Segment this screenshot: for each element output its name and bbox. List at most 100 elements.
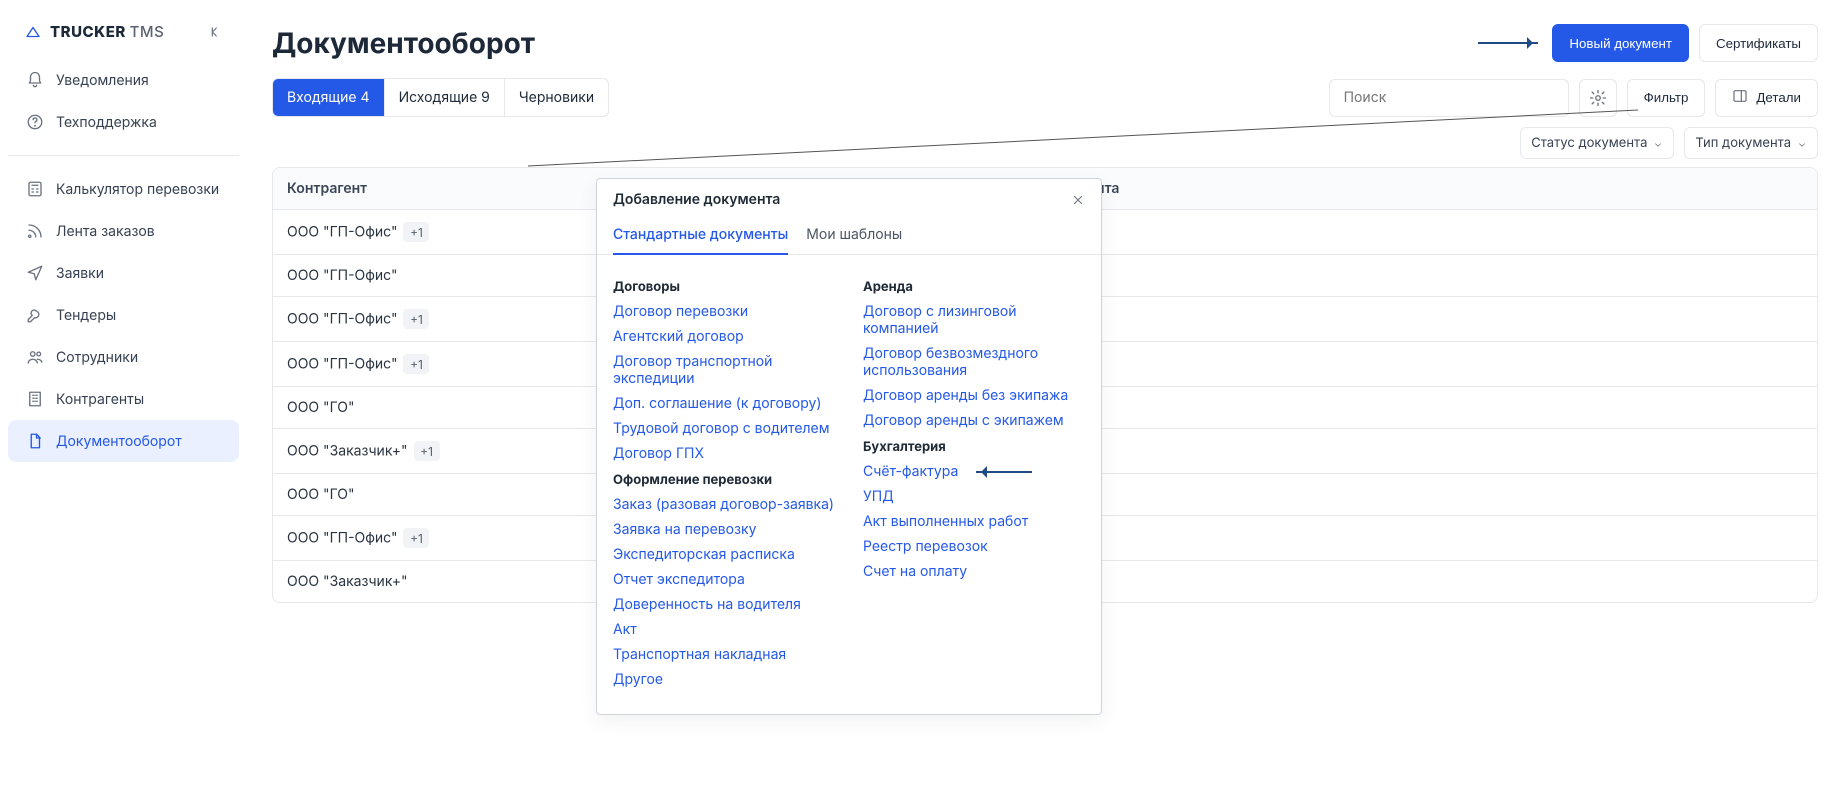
doc-type-link[interactable]: Трудовой договор с водителем [613,420,835,437]
doc-type-link[interactable]: Счёт-фактура [863,463,1085,480]
doc-type-link[interactable]: Договор ГПХ [613,445,835,462]
sidebar-item-label: Калькулятор перевозки [56,181,219,198]
building-icon [26,390,44,408]
add-document-modal: Добавление документа Стандартные докумен… [596,178,1102,715]
extra-count-badge: +1 [403,354,429,374]
filter-button[interactable]: Фильтр [1627,79,1706,117]
modal-title: Добавление документа [613,191,780,208]
collapse-sidebar-icon[interactable] [207,24,223,40]
doc-type-link[interactable]: Акт [613,621,835,638]
bell-icon [26,71,44,89]
chevron-down-icon [1653,138,1663,148]
doc-type-link[interactable]: Реестр перевозок [863,538,1085,555]
cell-counterparty: ООО "ГО" [273,387,593,429]
right-tools: Фильтр Детали [1329,79,1818,117]
doc-type-link[interactable]: Транспортная накладная [613,646,835,663]
tab-2[interactable]: Черновики [505,79,608,116]
column-header[interactable]: Автор документа [983,168,1817,210]
extra-count-badge: +1 [403,528,429,548]
filter-row: Статус документа Тип документа [272,127,1818,159]
modal-tabs: Стандартные документы Мои шаблоны [597,216,1101,255]
sidebar-item-label: Контрагенты [56,391,144,408]
doc-type-link[interactable]: Экспедиторская расписка [613,546,835,563]
cell-author: ЭДО Проверка [983,210,1817,255]
sidebar: TRUCKER TMS Уведомления Техподдержка Кал… [0,0,248,802]
extra-count-badge: +1 [403,222,429,242]
cell-author: ЭДО Проверка [983,516,1817,561]
cell-counterparty: ООО "Заказчик+"+1 [273,429,593,474]
certificates-button[interactable]: Сертификаты [1699,24,1818,62]
details-button[interactable]: Детали [1715,79,1818,117]
logo-mark-icon [24,23,42,41]
doc-type-link[interactable]: УПД [863,488,1085,505]
panel-icon [1732,88,1748,107]
search-input-wrap[interactable] [1329,79,1569,117]
sidebar-item-building[interactable]: Контрагенты [8,378,239,420]
sidebar-item-label: Документооборот [56,433,182,450]
sidebar-item-label: Заявки [56,265,104,282]
status-filter-label: Статус документа [1531,135,1647,151]
sidebar-item-tools[interactable]: Тендеры [8,294,239,336]
search-input[interactable] [1342,88,1556,107]
sidebar-item-help[interactable]: Техподдержка [8,101,239,143]
cell-author: ЭДО Проверка [983,561,1817,603]
doc-type-link[interactable]: Заказ (разовая договор-заявка) [613,496,835,513]
doc-type-link[interactable]: Агентский договор [613,328,835,345]
doc-type-link[interactable]: Акт выполненных работ [863,513,1085,530]
tab-1[interactable]: Исходящие 9 [385,79,505,116]
doc-type-link[interactable]: Договор аренды с экипажем [863,412,1085,429]
settings-icon-button[interactable] [1579,79,1617,117]
cell-counterparty: ООО "ГП-Офис"+1 [273,210,593,255]
cell-author: ЭДО Проверка [983,342,1817,387]
cell-author: ЭДО Проверка [983,429,1817,474]
extra-count-badge: +1 [414,441,440,461]
cell-counterparty: ООО "ГП-Офис"+1 [273,342,593,387]
sidebar-item-users[interactable]: Сотрудники [8,336,239,378]
tab-0[interactable]: Входящие 4 [273,79,385,116]
logo[interactable]: TRUCKER TMS [24,22,164,41]
modal-section-heading: Аренда [863,279,1085,295]
doc-type-link[interactable]: Отчет экспедитора [613,571,835,588]
new-document-button[interactable]: Новый документ [1552,24,1689,62]
logo-row: TRUCKER TMS [8,18,239,59]
sidebar-item-calc[interactable]: Калькулятор перевозки [8,168,239,210]
doc-type-link[interactable]: Счет на оплату [863,563,1085,580]
doc-type-link[interactable]: Договор транспортной экспедиции [613,353,835,387]
cell-author: ЭДО Проверка [983,474,1817,516]
sidebar-item-send[interactable]: Заявки [8,252,239,294]
doc-type-link[interactable]: Договор безвозмездного использования [863,345,1085,379]
sidebar-item-label: Тендеры [56,307,116,324]
certificates-label: Сертификаты [1716,36,1801,51]
tools-icon [26,306,44,324]
modal-section-heading: Оформление перевозки [613,472,835,488]
sidebar-item-rss[interactable]: Лента заказов [8,210,239,252]
doc-type-link[interactable]: Другое [613,671,835,688]
type-filter-dropdown[interactable]: Тип документа [1684,127,1818,159]
tabs: Входящие 4Исходящие 9Черновики [272,78,609,117]
sidebar-item-label: Техподдержка [56,114,157,131]
modal-tab-1[interactable]: Мои шаблоны [806,216,902,254]
doc-type-link[interactable]: Договор с лизинговой компанией [863,303,1085,337]
close-icon[interactable] [1071,193,1085,207]
cell-author: ЭДО Проверка [983,297,1817,342]
modal-section-heading: Бухгалтерия [863,439,1085,455]
modal-tab-0[interactable]: Стандартные документы [613,216,788,255]
help-icon [26,113,44,131]
logo-sub: TMS [130,22,165,41]
sidebar-item-label: Лента заказов [56,223,155,240]
sidebar-item-file[interactable]: Документооборот [8,420,239,462]
column-header[interactable]: Контрагент [273,168,593,210]
doc-type-link[interactable]: Заявка на перевозку [613,521,835,538]
doc-type-link[interactable]: Доп. соглашение (к договору) [613,395,835,412]
status-filter-dropdown[interactable]: Статус документа [1520,127,1674,159]
cell-counterparty: ООО "ГП-Офис" [273,255,593,297]
doc-type-link[interactable]: Договор аренды без экипажа [863,387,1085,404]
doc-type-link[interactable]: Договор перевозки [613,303,835,320]
doc-type-link[interactable]: Доверенность на водителя [613,596,835,613]
extra-count-badge: +1 [403,309,429,329]
pointer-to-invoice [976,471,1032,473]
page-title: Документооборот [272,26,535,60]
sidebar-item-bell[interactable]: Уведомления [8,59,239,101]
modal-section-heading: Договоры [613,279,835,295]
sidebar-item-label: Сотрудники [56,349,138,366]
